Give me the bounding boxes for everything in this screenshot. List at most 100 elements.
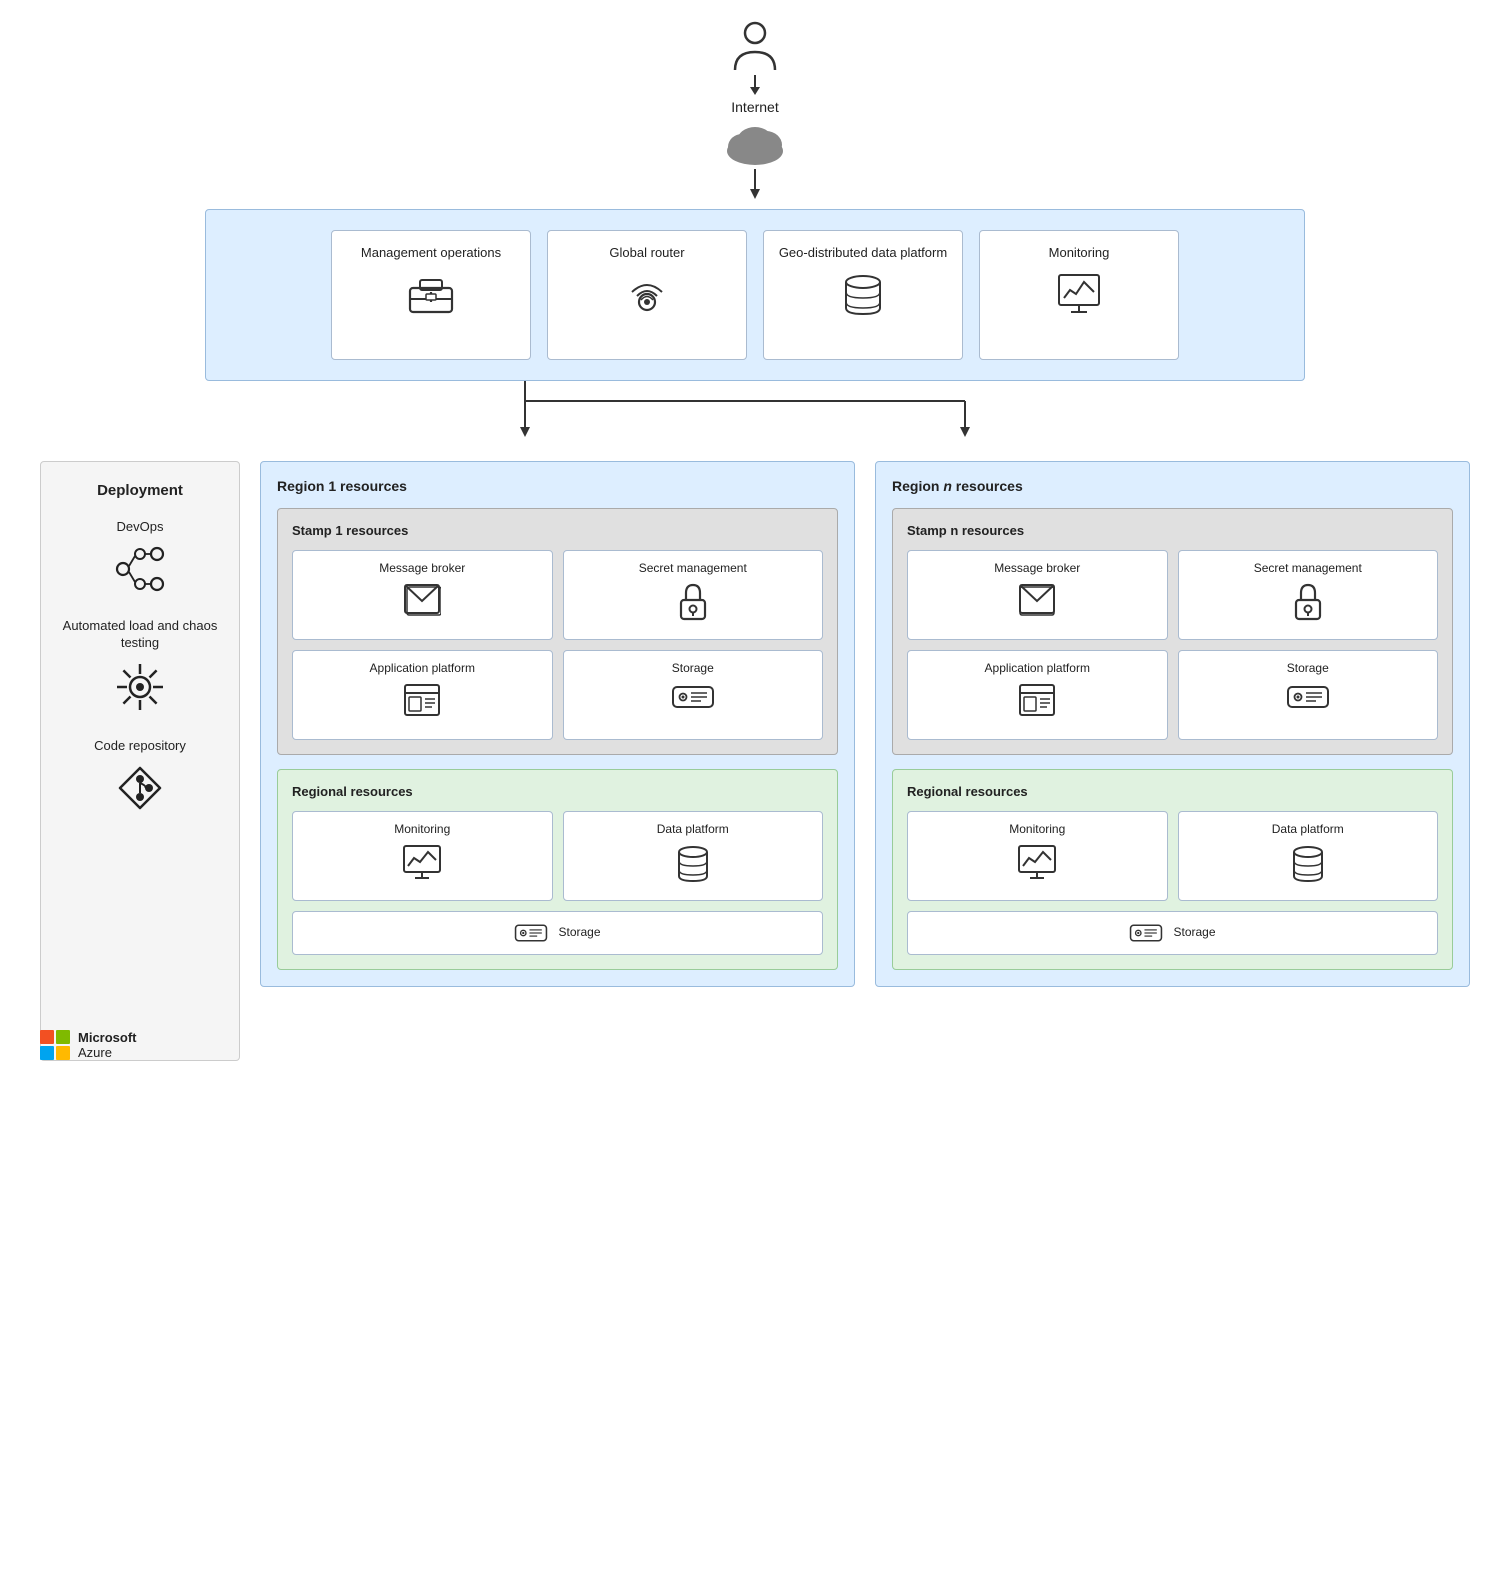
load-testing-item: Automated load and chaos testing xyxy=(57,618,223,714)
management-operations-label: Management operations xyxy=(361,245,501,262)
secret-mgmt-1-card: Secret management xyxy=(563,550,824,640)
ms-sq-orange xyxy=(40,1030,54,1044)
monitoring-r1-label: Monitoring xyxy=(394,822,450,838)
storage-n-label: Storage xyxy=(1287,661,1329,677)
app-platform-1-card: Application platform xyxy=(292,650,553,740)
monitoring-global-card: Monitoring xyxy=(979,230,1179,360)
regional1-storage-row: Storage xyxy=(292,911,823,955)
deployment-sidebar: Deployment DevOps Automated lo xyxy=(40,461,240,1061)
monitoring-rn-card: Monitoring xyxy=(907,811,1168,901)
storage-icon-n xyxy=(1286,683,1330,711)
arrow-cloud-to-services xyxy=(749,169,761,199)
deployment-title: Deployment xyxy=(97,482,183,499)
app-platform-icon-1 xyxy=(403,683,441,717)
stampN-box: Stamp n resources Message broker xyxy=(892,508,1453,755)
geo-data-label: Geo-distributed data platform xyxy=(779,245,947,262)
region1-title: Region 1 resources xyxy=(277,478,838,494)
monitor-rn-icon xyxy=(1017,844,1057,880)
monitoring-label: Monitoring xyxy=(1049,245,1110,262)
person-icon xyxy=(730,20,780,75)
app-platform-n-label: Application platform xyxy=(985,661,1090,677)
azure-label: Azure xyxy=(78,1045,137,1061)
monitoring-rn-label: Monitoring xyxy=(1009,822,1065,838)
database-rn-icon xyxy=(1290,844,1326,884)
regional1-title: Regional resources xyxy=(292,784,823,799)
data-platform-r1-label: Data platform xyxy=(657,822,729,838)
regionalN-storage-card: Storage xyxy=(907,911,1438,955)
regionalN-title: Regional resources xyxy=(907,784,1438,799)
app-platform-icon-n xyxy=(1018,683,1056,717)
lock-icon-1 xyxy=(677,583,709,621)
secret-mgmt-1-label: Secret management xyxy=(639,561,747,577)
regionalN-grid: Monitoring Data platform xyxy=(907,811,1438,901)
msg-broker-1-card: Message broker xyxy=(292,550,553,640)
database-r1-icon xyxy=(675,844,711,884)
code-repo-label: Code repository xyxy=(94,738,186,755)
regionalN-storage-label: Storage xyxy=(1173,925,1215,941)
monitor-r1-icon xyxy=(402,844,442,880)
stampN-grid: Message broker Secret management xyxy=(907,550,1438,740)
internet-label: Internet xyxy=(731,99,778,115)
router-icon xyxy=(622,272,672,318)
gear-icon xyxy=(113,660,167,714)
envelope-icon-1 xyxy=(403,583,441,617)
monitor-icon xyxy=(1056,272,1102,314)
ms-squares xyxy=(40,1030,70,1060)
management-operations-card: Management operations xyxy=(331,230,531,360)
regionN-box: Region n resources Stamp n resources Mes… xyxy=(875,461,1470,987)
global-services-box: Management operations Global router xyxy=(205,209,1305,381)
msg-broker-1-label: Message broker xyxy=(379,561,465,577)
devops-label: DevOps xyxy=(117,519,164,536)
load-testing-label: Automated load and chaos testing xyxy=(57,618,223,652)
envelope-icon-n xyxy=(1018,583,1056,617)
data-platform-rn-card: Data platform xyxy=(1178,811,1439,901)
storage-n-card: Storage xyxy=(1178,650,1439,740)
data-platform-rn-label: Data platform xyxy=(1272,822,1344,838)
storage-icon-1 xyxy=(671,683,715,711)
secret-mgmt-n-card: Secret management xyxy=(1178,550,1439,640)
global-router-label: Global router xyxy=(609,245,684,262)
stamp1-box: Stamp 1 resources Message broker xyxy=(277,508,838,755)
storage-1-card: Storage xyxy=(563,650,824,740)
storage-r1-icon xyxy=(514,922,548,944)
lock-icon-n xyxy=(1292,583,1324,621)
msg-broker-n-label: Message broker xyxy=(994,561,1080,577)
code-repo-item: Code repository xyxy=(94,738,186,813)
ms-azure-text: Microsoft Azure xyxy=(78,1030,137,1061)
geo-data-platform-card: Geo-distributed data platform xyxy=(763,230,963,360)
devops-icon xyxy=(113,544,167,594)
ms-sq-yellow xyxy=(56,1046,70,1060)
regionalN-box: Regional resources Monitoring xyxy=(892,769,1453,970)
database-icon xyxy=(842,272,884,318)
global-router-card: Global router xyxy=(547,230,747,360)
regions-container: Region 1 resources Stamp 1 resources Mes… xyxy=(260,461,1470,987)
regional1-box: Regional resources Monitoring xyxy=(277,769,838,970)
regional1-grid: Monitoring Data platform xyxy=(292,811,823,901)
regionN-title: Region n resources xyxy=(892,478,1453,494)
devops-item: DevOps xyxy=(113,519,167,594)
region1-box: Region 1 resources Stamp 1 resources Mes… xyxy=(260,461,855,987)
secret-mgmt-n-label: Secret management xyxy=(1254,561,1362,577)
arrow-internet xyxy=(749,75,761,95)
storage-rn-icon xyxy=(1129,922,1163,944)
internet-section: Internet xyxy=(40,20,1470,199)
ms-label: Microsoft xyxy=(78,1030,137,1046)
monitoring-r1-card: Monitoring xyxy=(292,811,553,901)
stamp1-grid: Message broker Secret management xyxy=(292,550,823,740)
regional1-storage-card: Storage xyxy=(292,911,823,955)
toolbox-icon xyxy=(406,272,456,314)
data-platform-r1-card: Data platform xyxy=(563,811,824,901)
stampN-title: Stamp n resources xyxy=(907,523,1438,538)
app-platform-1-label: Application platform xyxy=(370,661,475,677)
ms-sq-green xyxy=(56,1030,70,1044)
app-platform-n-card: Application platform xyxy=(907,650,1168,740)
stamp1-title: Stamp 1 resources xyxy=(292,523,823,538)
msg-broker-n-card: Message broker xyxy=(907,550,1168,640)
ms-azure-logo: Microsoft Azure xyxy=(40,1030,137,1061)
storage-1-label: Storage xyxy=(672,661,714,677)
ms-sq-blue xyxy=(40,1046,54,1060)
cloud-icon xyxy=(720,119,790,169)
main-content: Deployment DevOps Automated lo xyxy=(40,461,1470,1061)
git-icon xyxy=(115,763,165,813)
regionalN-storage-row: Storage xyxy=(907,911,1438,955)
